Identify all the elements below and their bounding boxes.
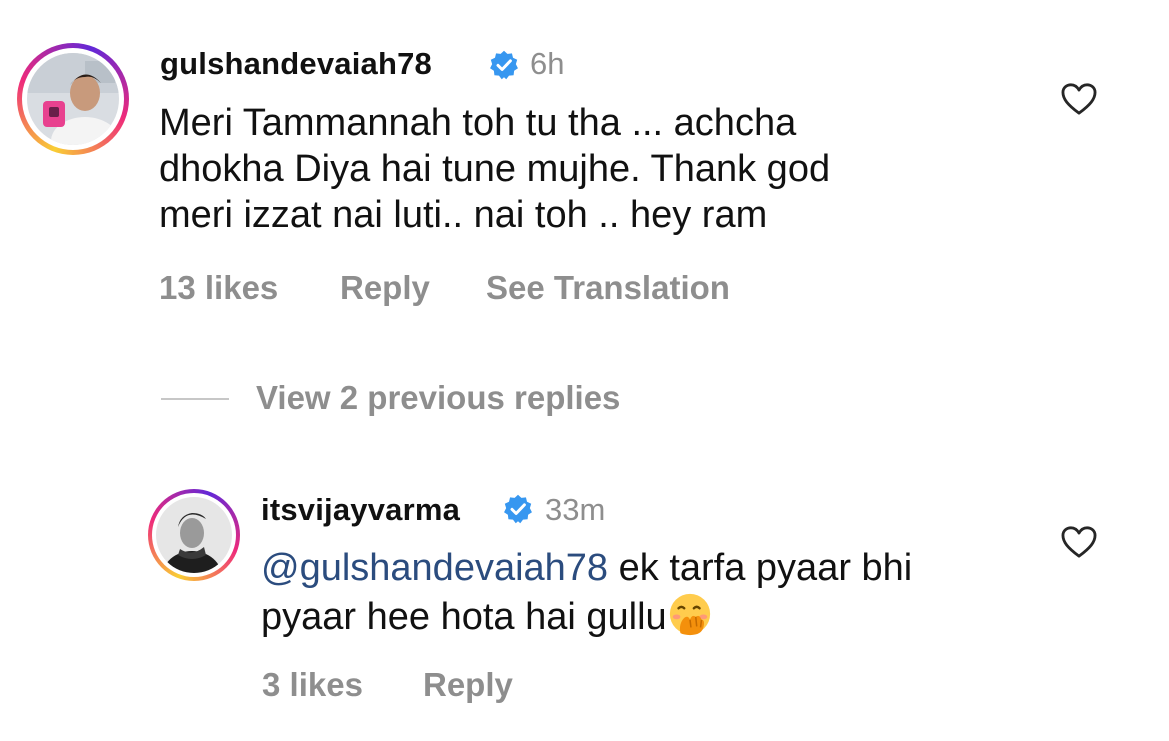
comment-line: Meri Tammannah toh tu tha ... achcha	[159, 102, 797, 144]
reply-button[interactable]: Reply	[340, 269, 430, 307]
replies-divider	[161, 398, 229, 400]
comment-username[interactable]: gulshandevaiah78	[160, 46, 432, 82]
see-translation-button[interactable]: See Translation	[486, 269, 730, 307]
comment-line: meri izzat nai luti.. nai toh .. hey ram	[159, 194, 768, 236]
comment-text: Meri Tammannah toh tu tha ... achcha dho…	[159, 100, 1019, 238]
reply-username[interactable]: itsvijayvarma	[261, 492, 460, 528]
avatar-photo	[156, 497, 232, 573]
likes-count[interactable]: 13 likes	[159, 269, 278, 307]
comment-timestamp: 6h	[530, 46, 565, 81]
like-heart-icon[interactable]	[1060, 525, 1098, 559]
reply-line: @gulshandevaiah78 ek tarfa pyaar bhi	[261, 545, 1061, 591]
avatar-story-ring[interactable]	[148, 489, 240, 581]
verified-badge-icon	[504, 494, 532, 524]
reply-timestamp: 33m	[545, 492, 606, 527]
avatar	[27, 53, 119, 145]
reply-text-segment: pyaar hee hota hai gullu	[261, 596, 667, 638]
face-with-hand-over-mouth-icon	[669, 593, 710, 636]
verified-badge-icon	[490, 50, 518, 80]
like-heart-icon[interactable]	[1060, 82, 1098, 116]
reply-button[interactable]: Reply	[423, 666, 513, 704]
likes-count[interactable]: 3 likes	[262, 666, 363, 704]
user-mention-link[interactable]: @gulshandevaiah78	[261, 547, 608, 589]
view-previous-replies-button[interactable]: View 2 previous replies	[256, 379, 620, 417]
avatar-photo	[27, 53, 119, 145]
comment-line: dhokha Diya hai tune mujhe. Thank god	[159, 148, 831, 190]
avatar	[156, 497, 232, 573]
reply-line: pyaar hee hota hai gullu	[261, 591, 1061, 640]
reply-text: @gulshandevaiah78 ek tarfa pyaar bhi pya…	[261, 545, 1061, 640]
avatar-story-ring[interactable]	[17, 43, 129, 155]
reply-text-segment: ek tarfa pyaar bhi	[608, 547, 913, 589]
